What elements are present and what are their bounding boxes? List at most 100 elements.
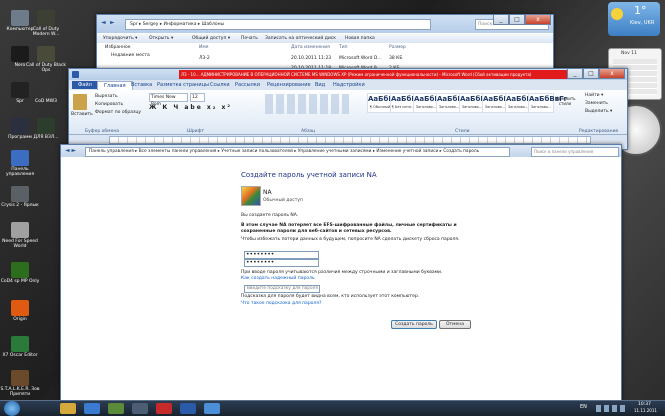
copy-button[interactable]: Копировать <box>95 102 123 107</box>
path-part[interactable]: Spr <box>130 22 138 27</box>
back-button[interactable]: ◄ <box>101 19 106 26</box>
font-format-buttons[interactable]: Ж К Ч abe x₂ x² <box>149 104 239 112</box>
crumb[interactable]: Изменение учетной записи <box>376 149 438 154</box>
hint-field[interactable]: Введите подсказку для пароля <box>244 285 320 293</box>
format-painter-button[interactable]: Формат по образцу <box>95 110 141 115</box>
cp-search[interactable]: Поиск в панели управления <box>531 147 619 157</box>
taskbar-app[interactable] <box>108 403 124 414</box>
desktop-icon[interactable]: Crysis 2 - Ярлык <box>0 186 40 208</box>
minimize-button[interactable]: _ <box>567 69 583 79</box>
explorer-titlebar[interactable]: ◄ ► Spr ▸ Sergey ▸ Информатика ▸ Шаблоны… <box>97 15 553 33</box>
style-swatch[interactable]: АаБбВвГг Заголово... <box>528 93 567 113</box>
word-window-buttons: _ □ x <box>567 69 625 79</box>
close-button[interactable]: x <box>599 69 625 79</box>
app-icon <box>11 186 29 202</box>
toolbar-organize[interactable]: Упорядочить ▾ <box>103 34 137 43</box>
select-button[interactable]: Выделить ▾ <box>585 109 612 114</box>
path-part[interactable]: Sergey <box>143 22 159 27</box>
change-styles-button[interactable]: Изменить стили <box>555 96 576 106</box>
style-label: Заголово... <box>415 105 437 109</box>
path-part[interactable]: Шаблоны <box>202 22 224 27</box>
strong-password-link[interactable]: Как создать надежный пароль <box>241 276 315 281</box>
font-size-select[interactable]: 12 <box>190 93 205 102</box>
taskbar-media[interactable] <box>84 403 100 414</box>
forward-button[interactable]: ► <box>110 19 115 26</box>
create-password-button[interactable]: Создать пароль <box>391 320 437 329</box>
tab-file[interactable]: Файл <box>72 81 98 89</box>
weather-gadget[interactable]: 1° Kiev, UKR <box>608 2 660 36</box>
toolbar-share[interactable]: Общий доступ ▾ <box>192 34 230 43</box>
toolbar-print[interactable]: Печать <box>241 34 258 43</box>
minimize-button[interactable]: _ <box>493 15 509 25</box>
font-name-select[interactable]: Times New Rom <box>149 93 188 107</box>
paragraph-buttons[interactable] <box>265 94 349 114</box>
desktop-icon-label: CoD4 sp MP Only <box>0 279 40 284</box>
confirm-password-field[interactable]: •••••••• <box>244 259 319 267</box>
clock-time[interactable]: 10:37 <box>638 402 651 407</box>
col-date[interactable]: Дата изменения <box>291 45 330 50</box>
password-field[interactable]: •••••••• <box>244 251 319 259</box>
col-name[interactable]: Имя <box>199 45 208 50</box>
ruler[interactable] <box>109 136 591 144</box>
paste-label[interactable]: Вставить <box>71 112 93 117</box>
desktop-icon[interactable]: Origin <box>0 300 40 322</box>
tray-icons[interactable] <box>596 405 626 412</box>
replace-button[interactable]: Заменить <box>585 101 608 106</box>
desktop-icon[interactable]: Call of Duty Black Ops <box>26 46 66 73</box>
explorer-window[interactable]: ◄ ► Spr ▸ Sergey ▸ Информатика ▸ Шаблоны… <box>96 14 554 76</box>
style-sample: АаБбВвГ <box>506 95 541 103</box>
quick-access-toolbar[interactable] <box>81 71 171 78</box>
taskbar-word[interactable] <box>180 403 196 414</box>
cp-addressbar[interactable]: ◄ ► Панель управления ▸ Все элементы пан… <box>61 145 621 157</box>
breadcrumb[interactable]: Панель управления ▸ Все элементы панели … <box>85 147 510 157</box>
cancel-button[interactable]: Отмена <box>439 320 471 329</box>
maximize-button[interactable]: □ <box>509 15 525 25</box>
path-part[interactable]: Информатика <box>164 22 197 27</box>
desktop-icon[interactable]: CoD MW3 <box>26 82 66 104</box>
taskbar-app[interactable] <box>132 403 148 414</box>
toolbar-burn[interactable]: Записать на оптический диск <box>265 34 336 43</box>
control-panel-window[interactable]: ◄ ► Панель управления ▸ Все элементы пан… <box>60 144 622 405</box>
style-label: Заголово... <box>530 105 552 109</box>
col-type[interactable]: Тип <box>339 45 348 50</box>
page-title: Создайте пароль учетной записи NA <box>241 171 377 179</box>
crumb[interactable]: Все элементы панели управления <box>139 149 217 154</box>
language-indicator[interactable]: EN <box>580 404 587 410</box>
avatar <box>241 186 261 206</box>
desktop-icon[interactable]: Need For Speed World <box>0 222 40 249</box>
taskbar-opera[interactable] <box>156 403 172 414</box>
close-button[interactable]: x <box>525 15 551 25</box>
crumb[interactable]: Панель управления <box>89 149 134 154</box>
taskbar-explorer[interactable] <box>60 403 76 414</box>
desktop-icon[interactable]: ДЛЯ ВЗЛ... <box>26 118 66 140</box>
crumb[interactable]: Создать пароль <box>443 149 479 154</box>
desktop-icon[interactable]: S.T.A.L.K.E.R. Зов Припяти <box>0 370 40 397</box>
hint-help-link[interactable]: Что такое подсказка для пароля? <box>241 301 321 306</box>
address-bar[interactable]: Spr ▸ Sergey ▸ Информатика ▸ Шаблоны <box>125 19 431 30</box>
taskbar-control-panel[interactable] <box>204 403 220 414</box>
toolbar-open[interactable]: Открыть ▾ <box>149 34 173 43</box>
desktop-icon[interactable]: X7 Oscar Editor <box>0 336 40 358</box>
desktop-icon-label: Панель управления <box>5 167 35 177</box>
crumb[interactable]: Управление учетными записями <box>298 149 372 154</box>
word-titlebar[interactable]: ЛЗ - 10... АДМИНИСТРИРОВАНИЕ В ОПЕРАЦИОН… <box>69 69 627 80</box>
find-button[interactable]: Найти ▾ <box>585 93 603 98</box>
clock-date[interactable]: 11.11.2011 <box>634 408 657 413</box>
maximize-button[interactable]: □ <box>583 69 599 79</box>
word-window[interactable]: ЛЗ - 10... АДМИНИСТРИРОВАНИЕ В ОПЕРАЦИОН… <box>68 68 628 150</box>
back-button[interactable]: ◄ ► <box>65 147 76 154</box>
col-size[interactable]: Размер <box>389 45 406 50</box>
desktop-icon[interactable]: Панель управления <box>0 150 40 177</box>
desktop-icon[interactable]: Call of Duty Modern W... <box>26 10 66 37</box>
start-button[interactable] <box>4 401 20 416</box>
toolbar-new-folder[interactable]: Новая папка <box>345 34 375 43</box>
desktop-icon[interactable]: CoD4 sp MP Only <box>0 262 40 284</box>
crumb[interactable]: Учетные записи пользователей <box>221 149 293 154</box>
table-row[interactable]: Л3-2 20.10.2011 11:23 Microsoft Word D..… <box>199 56 539 63</box>
nav-recent[interactable]: Недавние места <box>97 52 167 60</box>
cut-button[interactable]: Вырезать <box>95 94 118 99</box>
nav-favorites[interactable]: Избранное <box>97 44 167 52</box>
tab-addins[interactable]: Надстройки <box>327 81 371 89</box>
paste-icon[interactable] <box>73 94 87 110</box>
reset-hint-text: Чтобы избежать потери данных в будущем, … <box>241 237 460 242</box>
